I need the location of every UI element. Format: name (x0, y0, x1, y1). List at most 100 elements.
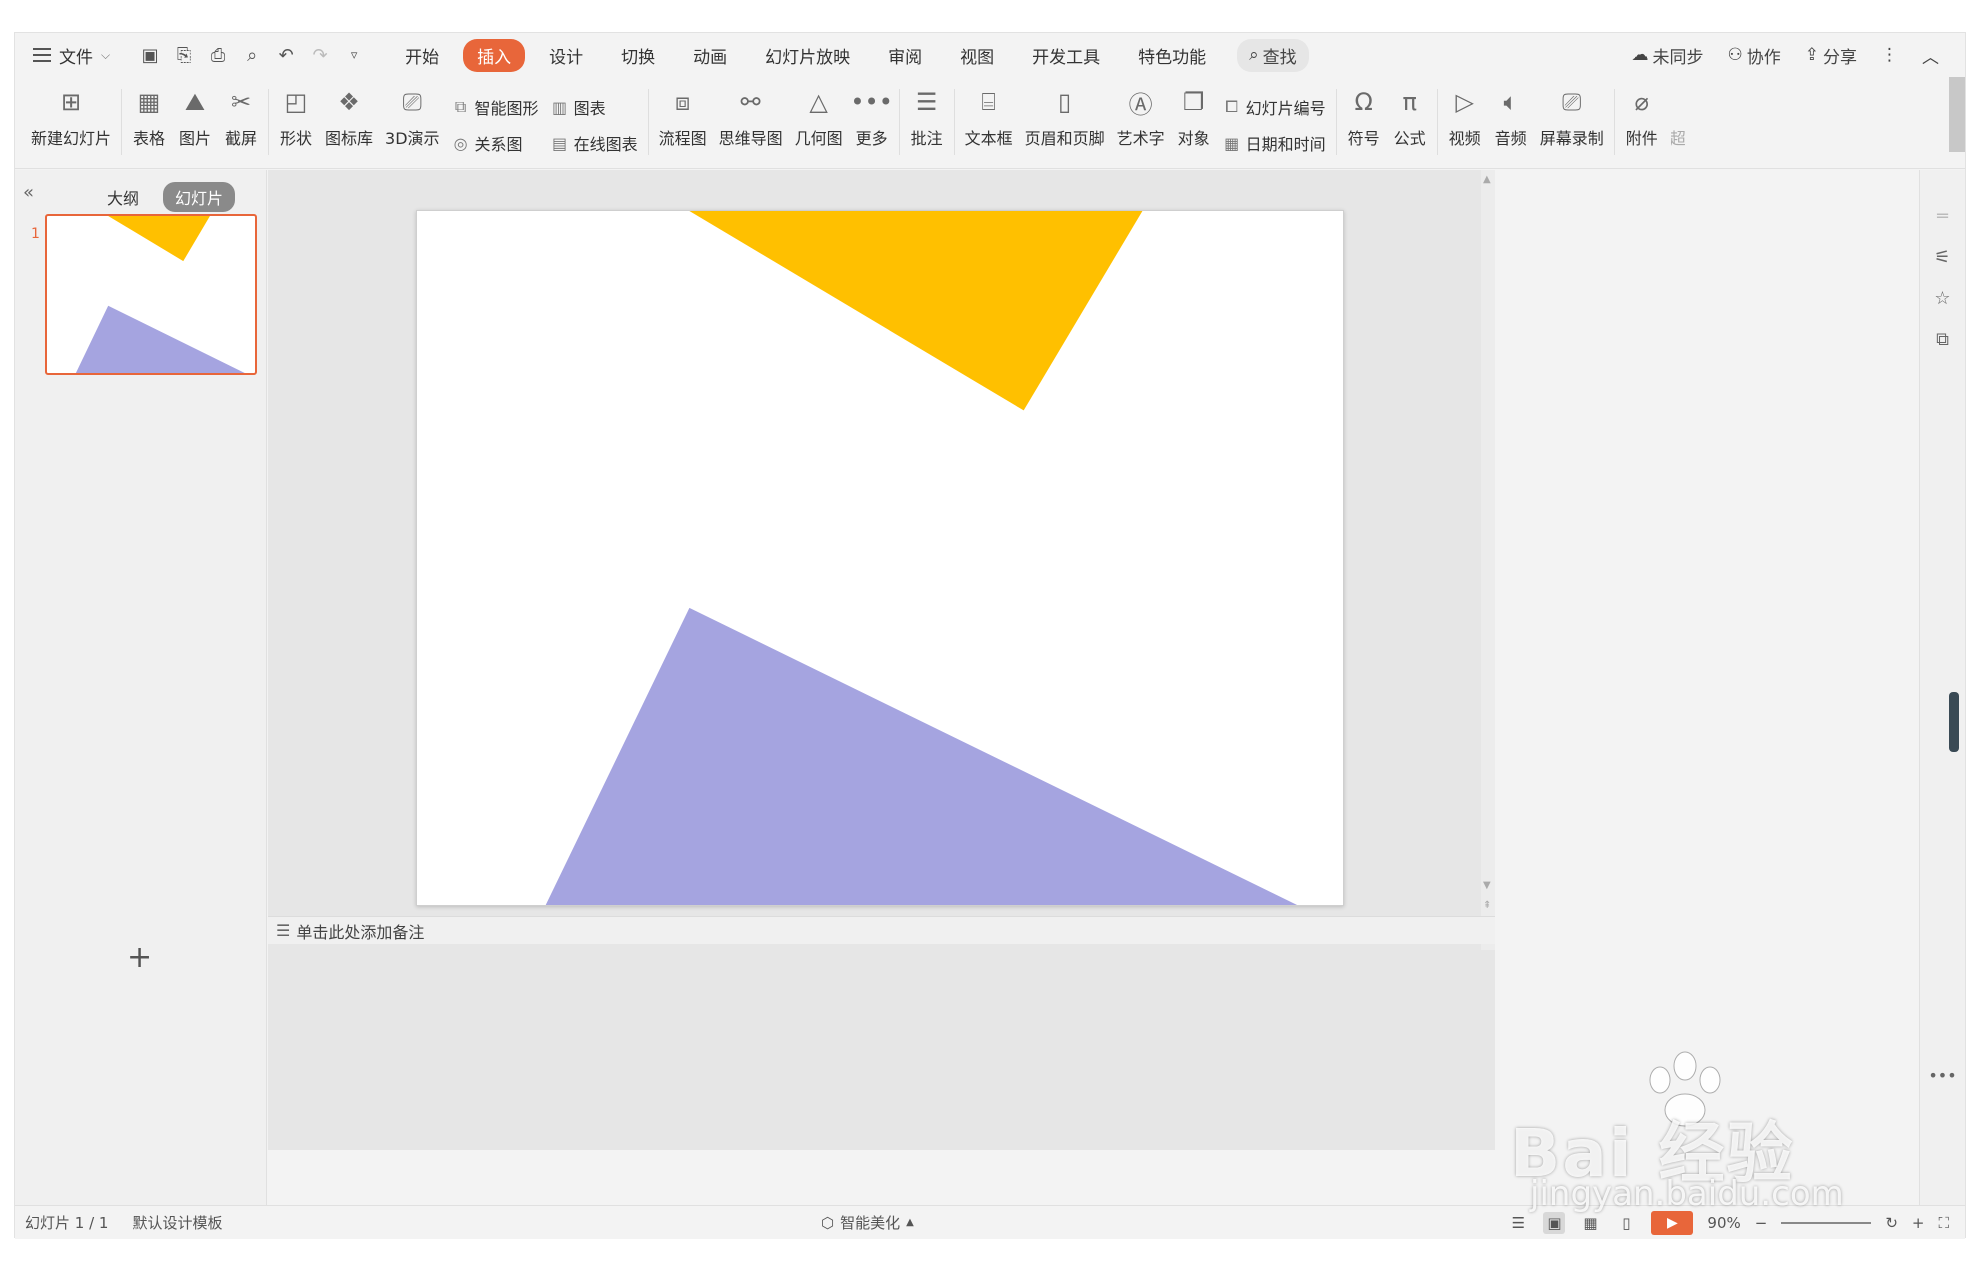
play-slideshow-button[interactable]: ▶ (1651, 1210, 1694, 1235)
tab-home[interactable]: 开始 (391, 39, 453, 72)
screenshot-button[interactable]: ✂ 截屏 (224, 77, 258, 165)
chart-button[interactable]: ▥ 图表 (551, 95, 638, 119)
customize-toolbar-icon[interactable]: ▿ (344, 48, 364, 63)
format-painter-icon[interactable]: ⎘ (174, 45, 194, 66)
normal-view-icon[interactable]: ▣ (1543, 1211, 1566, 1234)
slide-thumbnail-graphic (75, 216, 245, 373)
ribbon-divider (1436, 89, 1438, 155)
relation-label: 关系图 (474, 135, 523, 154)
tab-design[interactable]: 设计 (535, 39, 597, 72)
shape-button[interactable]: ◰ 形状 (279, 77, 313, 165)
tab-developer[interactable]: 开发工具 (1018, 39, 1114, 72)
redo-icon[interactable]: ↷ (310, 45, 330, 66)
smart-shape-button[interactable]: ⧉ 智能图形 (452, 95, 539, 119)
zoom-slider[interactable] (1781, 1221, 1872, 1224)
scroll-down-icon[interactable]: ▼ (1483, 880, 1491, 891)
datetime-button[interactable]: ▦ 日期和时间 (1223, 131, 1326, 155)
scroll-up-icon[interactable]: ▲ (1483, 174, 1491, 185)
template-name[interactable]: 默认设计模板 (132, 1212, 222, 1233)
save-icon[interactable]: ▣ (140, 45, 160, 66)
tab-slideshow[interactable]: 幻灯片放映 (751, 39, 864, 72)
object-button[interactable]: ❐ 对象 (1177, 77, 1211, 165)
relation-chart-button[interactable]: ◎ 关系图 (452, 131, 539, 155)
search-button[interactable]: ⌕ 查找 (1237, 38, 1309, 72)
slide-number-button[interactable]: ⧠ 幻灯片编号 (1223, 95, 1325, 119)
hyperlink-button-partial[interactable]: 超 (1671, 77, 1685, 165)
vertical-scrollbar[interactable]: ▲ ▼ ⇞ ⇟ (1481, 170, 1495, 950)
properties-icon[interactable]: ⚟ (1934, 247, 1950, 268)
symbol-button[interactable]: Ω 符号 (1347, 77, 1381, 165)
geometry-button[interactable]: △ 几何图 (795, 77, 843, 165)
collapse-panel-icon[interactable]: « (23, 182, 34, 203)
slide-sorter-icon[interactable]: ▦ (1579, 1212, 1601, 1234)
3d-demo-button[interactable]: ⎚ 3D演示 (385, 77, 440, 165)
menu-bar: 文件 ⌵ ▣ ⎘ ⎙ ⌕ ↶ ↷ ▿ 开始 插入 设计 切换 动画 幻灯片放映 … (15, 33, 1965, 77)
reading-view-icon[interactable]: ▯ (1615, 1212, 1637, 1234)
tab-slides[interactable]: 幻灯片 (163, 182, 236, 212)
icon-library-icon: ❖ (338, 88, 360, 116)
textbox-button[interactable]: ⌸ 文本框 (965, 77, 1013, 165)
image-button[interactable]: ⛰ 图片 (178, 77, 212, 165)
window-icon[interactable]: ⧉ (1936, 329, 1949, 350)
header-footer-button[interactable]: ▯ 页眉和页脚 (1025, 77, 1105, 165)
online-chart-button[interactable]: ▤ 在线图表 (551, 131, 638, 155)
collapse-ribbon-icon[interactable]: ︿ (1922, 43, 1939, 68)
tab-insert[interactable]: 插入 (463, 38, 526, 72)
screen-record-button[interactable]: ⎚ 屏幕录制 (1540, 77, 1604, 165)
fit-rotate-icon[interactable]: ↻ (1885, 1214, 1898, 1232)
shape-label: 形状 (280, 129, 313, 148)
table-button[interactable]: ▦ 表格 (132, 77, 166, 165)
slide-thumbnail[interactable] (45, 214, 257, 375)
print-icon[interactable]: ⎙ (208, 45, 228, 66)
sync-label: 未同步 (1652, 47, 1704, 68)
ribbon-scroll-right-button[interactable] (1949, 77, 1965, 152)
tab-outline[interactable]: 大纲 (95, 182, 151, 212)
smart-beautify-button[interactable]: ⬡ 智能美化 ▲ (821, 1212, 914, 1233)
prev-slide-icon[interactable]: ⇞ (1483, 900, 1491, 911)
notes-toggle-icon[interactable]: ☰ (1507, 1212, 1529, 1234)
collaborate-button[interactable]: ⚇ 协作 (1728, 43, 1781, 68)
sync-status-button[interactable]: ☁ 未同步 (1632, 43, 1704, 68)
status-right: ☰ ▣ ▦ ▯ ▶ 90% − ↻ + ⛶ (1507, 1210, 1949, 1235)
scissors-icon: ✂ (230, 88, 252, 116)
formula-button[interactable]: π 公式 (1393, 77, 1427, 165)
fit-window-icon[interactable]: ⛶ (1938, 1214, 1949, 1232)
more-vertical-icon[interactable]: ⋮ (1881, 45, 1898, 65)
icon-library-button[interactable]: ❖ 图标库 (325, 77, 373, 165)
table-label: 表格 (133, 129, 166, 148)
calendar-icon: ▦ (1224, 133, 1240, 153)
sidebar-grip-handle[interactable] (1949, 692, 1959, 752)
favorite-icon[interactable]: ☆ (1934, 288, 1950, 309)
video-button[interactable]: ▷ 视频 (1448, 77, 1482, 165)
more-options-icon[interactable]: ••• (1928, 1066, 1956, 1085)
geometry-icon: △ (809, 88, 828, 116)
audio-button[interactable]: 🔈︎ 音频 (1494, 77, 1528, 165)
share-button[interactable]: ⇪ 分享 (1805, 43, 1857, 68)
zoom-out-icon[interactable]: − (1755, 1214, 1768, 1232)
purple-triangle-shape[interactable] (545, 607, 1298, 905)
tab-review[interactable]: 审阅 (874, 39, 936, 72)
zoom-in-icon[interactable]: + (1912, 1214, 1925, 1232)
tab-view[interactable]: 视图 (946, 39, 1008, 72)
add-slide-button[interactable]: + (127, 940, 152, 975)
tab-animations[interactable]: 动画 (679, 39, 741, 72)
art-text-button[interactable]: Ⓐ 艺术字 (1117, 77, 1165, 165)
attachment-button[interactable]: ⌀ 附件 (1625, 77, 1659, 165)
hyperlink-icon (1671, 85, 1685, 119)
pi-icon: π (1402, 88, 1417, 116)
new-slide-button[interactable]: ⊞ 新建幻灯片 (31, 77, 111, 165)
flowchart-button[interactable]: ⧈ 流程图 (659, 77, 707, 165)
comment-button[interactable]: ☰ 批注 (910, 77, 944, 165)
file-menu[interactable]: 文件 ⌵ (33, 43, 110, 68)
yellow-triangle-shape[interactable] (689, 211, 1143, 411)
slide-1[interactable] (416, 210, 1344, 906)
undo-icon[interactable]: ↶ (276, 45, 296, 66)
bar-chart-icon: ▥ (552, 97, 568, 117)
mindmap-button[interactable]: ⚯ 思维导图 (719, 77, 783, 165)
tab-special-features[interactable]: 特色功能 (1124, 39, 1220, 72)
print-preview-icon[interactable]: ⌕ (242, 45, 262, 66)
more-button[interactable]: ••• 更多 (850, 77, 892, 165)
tab-transitions[interactable]: 切换 (607, 39, 669, 72)
notes-area[interactable]: ☰ 单击此处添加备注 (268, 916, 1495, 944)
zoom-level[interactable]: 90% (1707, 1214, 1740, 1232)
